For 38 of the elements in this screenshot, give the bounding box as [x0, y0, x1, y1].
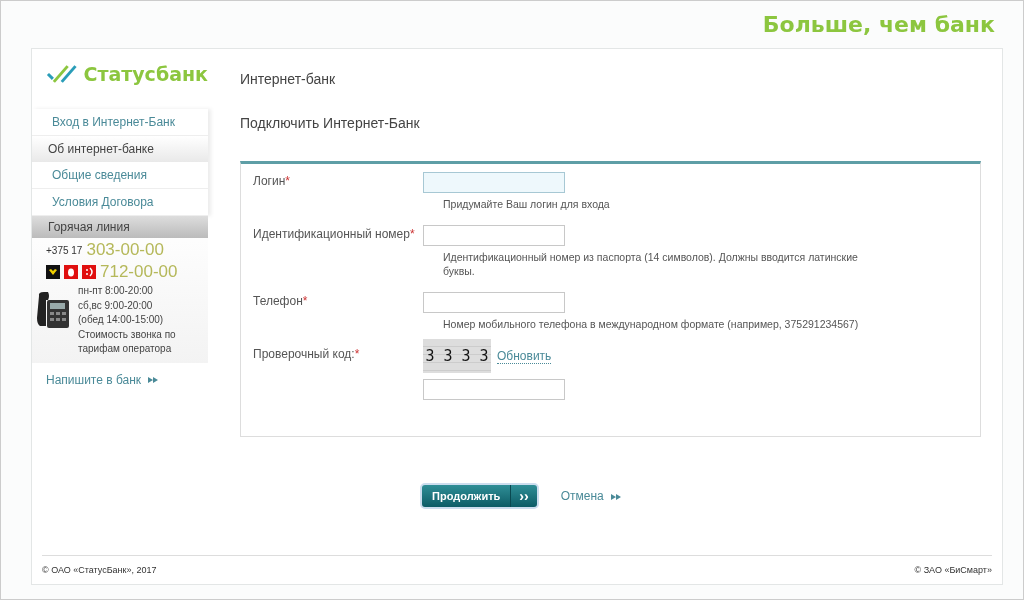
- field-label: Проверочный код:*: [252, 346, 361, 363]
- field-label: Логин*: [252, 173, 291, 190]
- field-label: Телефон*: [252, 293, 309, 310]
- phone-number: 303-00-00: [86, 240, 164, 260]
- captcha-image: 3 3 3 3: [423, 339, 491, 373]
- double-arrow-icon: [610, 493, 621, 500]
- footer-copyright: © ЗАО «БиСмарт»: [914, 565, 992, 575]
- input-field[interactable]: [423, 172, 565, 193]
- input-field[interactable]: [423, 225, 565, 246]
- hours-text: Стоимость звонка по тарифам оператора: [78, 327, 177, 356]
- field-hint: Придумайте Ваш логин для входа: [442, 197, 611, 211]
- desk-phone-icon: [36, 290, 70, 330]
- phone-number: 712-00-00: [100, 262, 178, 282]
- hours-text: (обед 14:00-15:00): [78, 313, 165, 327]
- operator-icon: [46, 265, 60, 279]
- cancel-link[interactable]: Отмена: [560, 489, 621, 503]
- operator-icon: [64, 265, 78, 279]
- slogan: Больше, чем банк: [762, 12, 995, 37]
- footer-copyright: © ОАО «СтатусБанк», 2017: [42, 565, 157, 575]
- refresh-link[interactable]: Обновить: [497, 348, 552, 364]
- operator-icon: [82, 265, 96, 279]
- double-arrow-icon: [148, 377, 159, 384]
- input-field[interactable]: [423, 292, 565, 313]
- field-label: Идентификационный номер*: [252, 226, 416, 243]
- hours-text: сб,вс 9:00-20:00: [78, 298, 154, 313]
- continue-button[interactable]: Продолжить ››: [420, 483, 539, 509]
- logo-text: Статусбанк: [83, 63, 208, 85]
- sidebar-section: Об интернет-банке: [32, 136, 208, 162]
- hours-text: пн-пт 8:00-20:00: [78, 284, 154, 298]
- field-hint: Номер мобильного телефона в международном формате (например, 375291234567): [442, 317, 860, 331]
- input-field[interactable]: [423, 379, 565, 400]
- hotline-title: Горячая линия: [32, 216, 208, 238]
- field-hint: Идентификационный номер из паспорта (14 символов). Должны вводится латинские буквы.: [442, 250, 859, 278]
- write-bank-link[interactable]: Напишите в банк: [32, 372, 208, 387]
- page-title: Подключить Интернет-Банк: [240, 115, 421, 131]
- phone-prefix: +375 17: [46, 244, 83, 256]
- section-title: Интернет-банк: [240, 71, 337, 87]
- sidebar-link[interactable]: Общие сведения: [32, 162, 208, 189]
